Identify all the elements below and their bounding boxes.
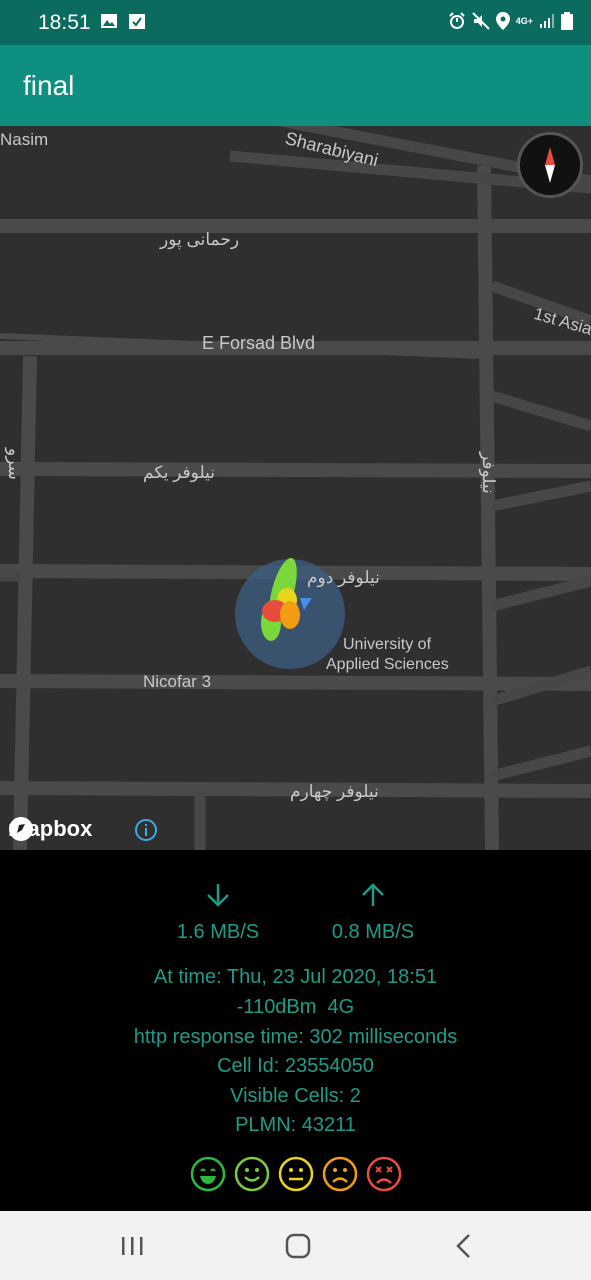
http-response-line: http response time: 302 milliseconds xyxy=(133,1026,458,1048)
face-sad-icon[interactable] xyxy=(322,1156,358,1192)
map-label-niloufar-vertical: نیلوفر xyxy=(479,452,498,494)
map-label-niloufar-2: نیلوفر دوم xyxy=(307,568,380,587)
recent-apps-icon xyxy=(122,1237,143,1255)
status-time: 18:51 xyxy=(38,11,91,34)
download-speed-value: 1.6 MB/S xyxy=(176,921,260,943)
download-speed: 1.6 MB/S xyxy=(143,882,293,944)
map-label-sarv: سرو xyxy=(5,448,24,480)
alarm-icon xyxy=(449,12,465,29)
mapbox-icon xyxy=(9,817,33,841)
battery-icon xyxy=(561,12,573,30)
recent-apps-button[interactable] xyxy=(113,1229,153,1263)
system-nav-bar xyxy=(0,1211,591,1280)
status-left-icons xyxy=(100,12,146,30)
check-icon xyxy=(129,14,145,29)
compass-icon xyxy=(545,147,555,183)
map-roads xyxy=(0,126,591,850)
4g-icon: 4G+ xyxy=(515,15,533,26)
mute-icon xyxy=(472,12,490,30)
map-label-university-1: University of xyxy=(343,636,432,653)
info-icon xyxy=(135,819,157,841)
face-very-happy-icon[interactable] xyxy=(190,1156,226,1192)
signal-icon xyxy=(540,14,554,28)
home-button[interactable] xyxy=(278,1229,318,1263)
upload-arrow-icon xyxy=(362,883,384,906)
face-happy-icon[interactable] xyxy=(234,1156,270,1192)
app-bar: final xyxy=(0,45,591,126)
cell-id-line: Cell Id: 23554050 xyxy=(217,1055,374,1077)
home-icon xyxy=(285,1233,311,1259)
app-title: final xyxy=(23,70,75,101)
visible-cells-line: Visible Cells: 2 xyxy=(230,1085,361,1107)
location-icon xyxy=(495,12,510,30)
status-right-icons: 4G+ xyxy=(448,12,573,30)
map-label-forsad-blvd: E Forsad Blvd xyxy=(202,333,316,353)
signal-line: -110dBm 4G xyxy=(236,996,355,1018)
plmn-line: PLMN: 43211 xyxy=(235,1114,356,1136)
map-label-rahmani-pour: رحمانی پور xyxy=(160,230,240,249)
map-label-nicofar3: Nicofar 3 xyxy=(143,672,212,691)
rating-faces xyxy=(190,1156,402,1192)
upload-speed: 0.8 MB/S xyxy=(298,882,448,944)
map-label-niloufar-1: نیلوفر یکم xyxy=(143,463,215,482)
attribution-info-button[interactable] xyxy=(134,818,158,842)
time-line: At time: Thu, 23 Jul 2020, 18:51 xyxy=(153,966,438,988)
compass-button[interactable] xyxy=(517,132,583,198)
back-icon xyxy=(456,1234,470,1258)
image-icon xyxy=(101,14,117,28)
map-label-niloufar-4: نیلوفر چهارم xyxy=(290,782,379,801)
map-label-university-2: Applied Sciences xyxy=(326,656,449,673)
network-info-panel: 1.6 MB/S 0.8 MB/S At time: Thu, 23 Jul 2… xyxy=(0,850,591,1211)
upload-speed-value: 0.8 MB/S xyxy=(331,921,415,943)
back-button[interactable] xyxy=(443,1229,483,1263)
download-arrow-icon xyxy=(207,884,229,907)
map-label-nasim: Nasim xyxy=(0,130,49,149)
face-very-sad-icon[interactable] xyxy=(366,1156,402,1192)
mapbox-logo: mapbox xyxy=(8,816,92,842)
map-view[interactable]: Nasim Sharabiyani رحمانی پور E Forsad Bl… xyxy=(0,126,591,850)
face-neutral-icon[interactable] xyxy=(278,1156,314,1192)
status-bar: 18:51 4G+ xyxy=(0,0,591,45)
